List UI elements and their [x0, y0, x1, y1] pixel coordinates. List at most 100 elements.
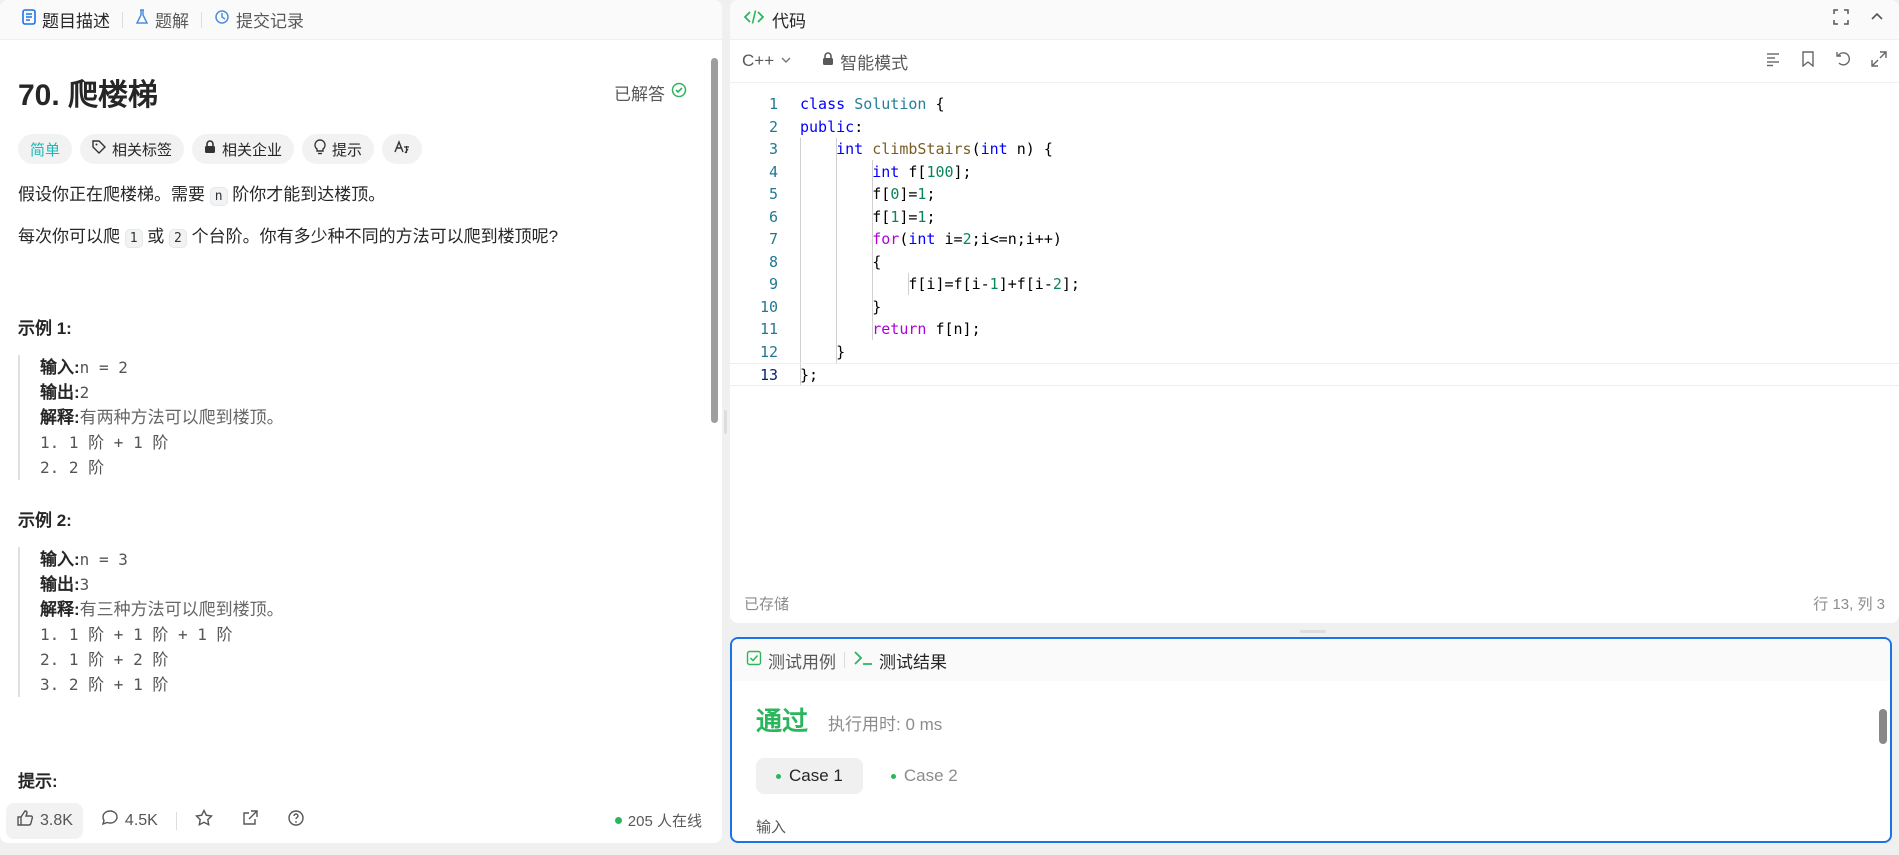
tab-divider	[844, 652, 845, 668]
lock-icon	[204, 140, 216, 158]
smart-mode-label: 智能模式	[840, 53, 909, 73]
inline-code: n	[209, 187, 228, 206]
footer-divider	[175, 811, 177, 830]
problem-description-1: 假设你正在爬楼梯。需要 n 阶你才能到达楼顶。	[18, 180, 687, 212]
chevron-up-icon[interactable]	[1869, 9, 1885, 30]
fullscreen-icon[interactable]	[1833, 9, 1849, 30]
flask-icon	[135, 9, 149, 30]
star-icon	[194, 808, 213, 832]
translate-button[interactable]	[382, 134, 423, 164]
hint-tag-button[interactable]: 提示	[302, 134, 375, 164]
lightbulb-icon	[314, 139, 326, 159]
scrollbar-thumb[interactable]	[711, 58, 718, 423]
code-footer: 已存储 行 13, 列 3	[730, 583, 1899, 623]
desc-text: 假设你正在爬楼梯。需要	[18, 185, 205, 204]
question-circle-icon	[287, 809, 305, 832]
comments-button[interactable]: 4.5K	[91, 803, 168, 839]
vertical-resize-handle[interactable]	[1300, 630, 1326, 633]
like-button[interactable]: 3.8K	[6, 802, 83, 839]
tab-description[interactable]: 题目描述	[14, 0, 118, 40]
input-label: 输入:	[40, 550, 80, 569]
tab-testcases[interactable]: 测试用例	[746, 648, 836, 673]
code-line: 8 {	[768, 252, 882, 271]
code-line: 7 for(int i=2;i<=n;i++)	[768, 230, 1062, 248]
hints-heading: 提示:	[18, 772, 58, 791]
code-title-label: 代码	[772, 12, 806, 31]
code-line: 10 }	[759, 297, 882, 316]
problem-scrollbar[interactable]	[708, 40, 720, 798]
code-line: 3 int climbStairs(int n) {	[768, 140, 1053, 158]
saved-status: 已存储	[744, 595, 790, 613]
case-tab-2[interactable]: Case 2	[871, 758, 978, 794]
checkbox-icon	[746, 650, 762, 671]
tab-testresult-label: 测试结果	[879, 652, 947, 672]
bookmark-icon[interactable]	[1801, 50, 1815, 72]
explain-value: 有三种方法可以爬到楼顶。	[79, 600, 284, 619]
panel-resize-handle[interactable]	[724, 410, 727, 434]
expand-icon[interactable]	[1871, 50, 1887, 72]
case-tab-1[interactable]: Case 1	[756, 758, 863, 794]
desc-text: 阶你才能到达楼顶。	[232, 185, 386, 204]
explain-label: 解释:	[40, 600, 80, 619]
thumbs-up-icon	[16, 809, 34, 832]
desc-text: 每次你可以爬	[18, 227, 120, 246]
problem-footer: 3.8K 4.5K 205 人在线	[0, 798, 722, 843]
inline-code: 1	[124, 229, 143, 248]
hint-tag-label: 提示	[332, 141, 363, 159]
reset-icon[interactable]	[1835, 51, 1851, 72]
example-heading: 示例 1:	[18, 319, 72, 338]
case-tabs: Case 1 Case 2	[756, 758, 1866, 794]
favorite-button[interactable]	[185, 803, 223, 839]
tab-divider	[122, 11, 123, 28]
companies-tag-label: 相关企业	[222, 141, 283, 159]
comment-count: 4.5K	[124, 811, 158, 829]
smart-mode-toggle[interactable]: 智能模式	[822, 49, 908, 74]
case-label: Case 1	[789, 766, 843, 785]
code-editor[interactable]: 1 class Solution { 2 public: 3 int climbSt…	[730, 93, 1899, 393]
problem-title: 70. 爬楼梯	[18, 79, 159, 112]
format-icon[interactable]	[1765, 51, 1781, 72]
input-label: 输入	[756, 819, 787, 836]
language-select[interactable]: C++	[742, 51, 792, 71]
desc-text: 个台阶。你有多少种不同的方法可以爬到楼顶呢?	[191, 227, 559, 246]
app-root: 题目描述 题解 提交记录 70. 爬楼梯 已解答 简单 相关标签 相关企业 提示…	[0, 0, 1899, 855]
pass-dot	[776, 773, 781, 779]
pass-dot	[890, 773, 896, 779]
test-scrollbar[interactable]	[1878, 699, 1888, 839]
solved-label: 已解答	[614, 84, 665, 104]
code-line-current: 13};	[730, 363, 1899, 386]
problem-tabs: 题目描述 题解 提交记录	[0, 0, 722, 40]
code-line: 2 public:	[768, 117, 864, 136]
scrollbar-thumb[interactable]	[1879, 709, 1887, 744]
tab-description-label: 题目描述	[42, 12, 110, 31]
output-label: 输出:	[40, 575, 80, 594]
topics-tag-button[interactable]: 相关标签	[80, 134, 185, 164]
code-toolbar: C++ 智能模式	[730, 40, 1899, 83]
code-icon	[743, 9, 765, 30]
code-line: 4 int f[100];	[768, 162, 972, 181]
help-button[interactable]	[277, 803, 315, 839]
explain-value: 有两种方法可以爬到楼顶。	[79, 408, 284, 427]
input-value: n = 3	[79, 550, 128, 569]
problem-content: 70. 爬楼梯 已解答 简单 相关标签 相关企业 提示 假设你正在爬楼梯。需要 …	[0, 40, 705, 798]
tag-icon	[92, 140, 107, 158]
explain-step: 2. 2 阶	[40, 458, 105, 477]
tab-testresult[interactable]: 测试结果	[853, 648, 947, 673]
code-header: 代码	[730, 0, 1899, 40]
tab-submissions-label: 提交记录	[236, 12, 304, 31]
tab-submissions[interactable]: 提交记录	[206, 0, 312, 40]
test-result-body: 通过 执行用时: 0 ms Case 1 Case 2 输入	[732, 701, 1890, 837]
chevron-down-icon	[780, 51, 792, 71]
inline-code: 2	[169, 229, 187, 248]
translate-icon	[394, 140, 410, 158]
code-panel: 代码 C++ 智能模式 1 class Solution {2 public:…	[730, 0, 1899, 623]
online-count-label: 205 人在线	[627, 813, 702, 830]
example-heading: 示例 2:	[18, 511, 72, 530]
code-title: 代码	[743, 7, 806, 32]
companies-tag-button[interactable]: 相关企业	[192, 134, 295, 164]
share-button[interactable]	[231, 803, 269, 839]
tab-divider	[201, 11, 202, 28]
tab-solutions[interactable]: 题解	[127, 0, 197, 40]
history-icon	[214, 9, 230, 30]
terminal-icon	[853, 650, 873, 671]
